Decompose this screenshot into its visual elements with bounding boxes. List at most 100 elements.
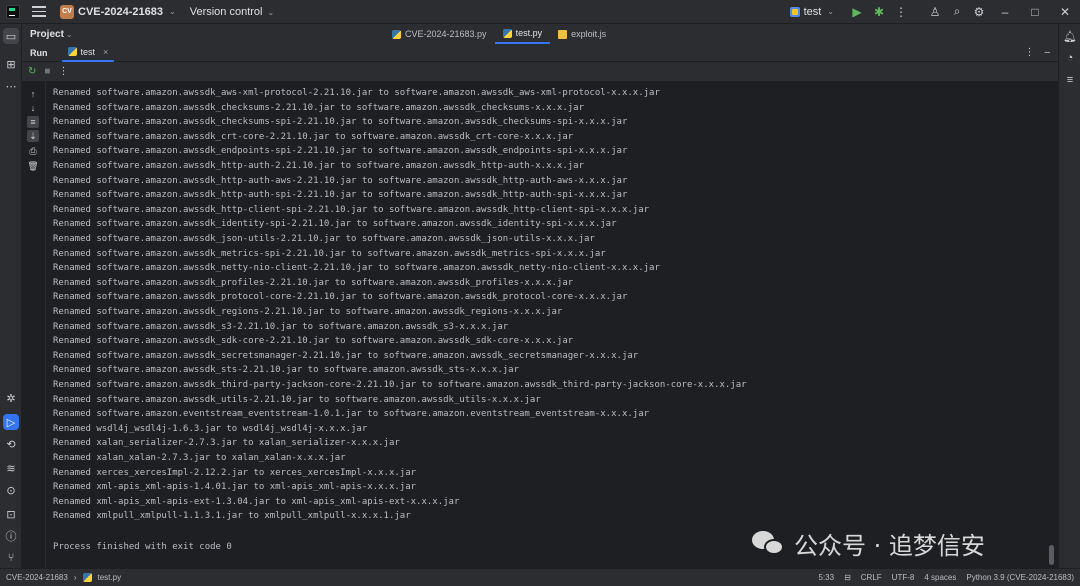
console-line: Renamed software.amazon.awssdk_metrics-s… (53, 248, 606, 259)
database-icon[interactable]: ≡ (1062, 72, 1078, 88)
caret-position[interactable]: 5:33 (819, 573, 835, 582)
run-tab-label: test (80, 46, 96, 57)
scroll-up-icon[interactable]: ↑ (27, 88, 39, 100)
settings-gear-icon[interactable]: ⚙ (968, 1, 990, 23)
console-line: Renamed xml-apis_xml-apis-ext-1.3.04.jar… (53, 496, 460, 507)
js-file-icon (558, 29, 568, 39)
search-icon[interactable]: ⌕ (946, 1, 968, 23)
more-tools-icon[interactable]: ⋯ (3, 78, 19, 94)
notifications-icon[interactable]: 🔔︎ (1062, 28, 1078, 44)
scroll-to-end-icon[interactable]: ⇣ (27, 130, 39, 142)
editor-tab[interactable]: exploit.js (550, 24, 614, 44)
python-file-icon (67, 47, 77, 56)
editor-header: Project ⌄ CVE-2024-21683.py test.py expl… (22, 24, 1058, 44)
version-control-label: Version control (189, 5, 263, 18)
run-icon[interactable]: ▶ (846, 1, 868, 23)
wechat-logo-icon (752, 529, 786, 559)
console-line: Renamed software.amazon.awssdk_utils-2.2… (53, 394, 541, 405)
console-line: Renamed software.amazon.awssdk_secretsma… (53, 350, 639, 361)
project-switcher[interactable]: CV CVE-2024-21683 ⌄ (60, 4, 176, 19)
console-scrollbar[interactable] (1049, 545, 1054, 565)
python-config-icon (789, 6, 800, 17)
layers-icon[interactable]: ≋ (3, 460, 19, 476)
main-menu-icon[interactable] (32, 5, 46, 19)
close-button[interactable]: ✕ (1050, 0, 1080, 24)
editor-tab-active[interactable]: test.py (494, 24, 551, 44)
close-tab-icon[interactable]: × (103, 47, 108, 57)
console-line: Renamed software.amazon.eventstream_even… (53, 409, 650, 420)
console-line: Renamed software.amazon.awssdk_netty-nio… (53, 263, 660, 274)
console-line: Renamed software.amazon.awssdk_s3-2.21.1… (53, 321, 509, 332)
readonly-lock-icon[interactable]: ⊟ (844, 573, 851, 582)
maximize-button[interactable]: □ (1020, 0, 1050, 24)
breadcrumb-file[interactable]: test.py (98, 573, 122, 582)
line-separator[interactable]: CRLF (861, 573, 882, 582)
left-tool-strip: ▭ ⊞ ⋯ ✲ ▷ ⟲ ≋ ⊙ ⊡ ⓘ ⑂ (0, 24, 22, 568)
console-line: Renamed software.amazon.awssdk_endpoints… (53, 146, 628, 157)
problems-icon[interactable]: ⓘ (3, 528, 19, 544)
console-output[interactable]: Renamed software.amazon.awssdk_aws-xml-p… (47, 84, 1047, 566)
rerun-icon[interactable]: ↻ (28, 66, 36, 77)
file-encoding[interactable]: UTF-8 (892, 573, 915, 582)
terminal-icon[interactable]: ⊡ (3, 506, 19, 522)
run-tool-icon[interactable]: ▷ (3, 414, 19, 430)
stop-icon[interactable]: ■ (44, 66, 50, 77)
watermark-text: 公众号 · 追梦信安 (794, 532, 985, 560)
clear-all-icon[interactable]: 🗑︎ (27, 160, 39, 172)
python-file-icon (392, 29, 401, 39)
breadcrumb-project[interactable]: CVE-2024-21683 (6, 573, 68, 582)
console-line: Renamed software.amazon.awssdk_http-auth… (53, 175, 628, 186)
services-icon[interactable]: ⊙ (3, 482, 19, 498)
add-user-icon[interactable]: ♙ (924, 1, 946, 23)
pycharm-logo-icon (6, 4, 20, 19)
console-exit-message: Process finished with exit code 0 (53, 542, 232, 552)
chevron-right-icon: › (73, 573, 77, 582)
project-panel-label[interactable]: Project (30, 29, 64, 40)
console-line: Renamed software.amazon.awssdk_profiles-… (53, 277, 574, 288)
console-line: Renamed software.amazon.awssdk_crt-core-… (53, 131, 574, 142)
python-console-icon[interactable]: ⟲ (3, 436, 19, 452)
scroll-down-icon[interactable]: ↓ (27, 102, 39, 114)
soft-wrap-icon[interactable]: ≡ (27, 116, 39, 128)
editor-tabs: CVE-2024-21683.py test.py exploit.js (384, 24, 614, 44)
chevron-down-icon: ⌄ (267, 7, 275, 17)
console-line: Renamed software.amazon.awssdk_json-util… (53, 234, 595, 244)
structure-icon[interactable]: ⊞ (3, 56, 19, 72)
python-file-icon (82, 573, 92, 582)
python-packages-icon[interactable]: ✲ (3, 390, 19, 406)
console-line: Renamed software.amazon.awssdk_checksums… (53, 117, 628, 128)
console-line: Renamed xmlpull_xmlpull-1.1.3.1.jar to x… (53, 511, 411, 522)
console-line: Renamed software.amazon.awssdk_sts-2.21.… (53, 365, 519, 376)
run-tab[interactable]: test × (61, 44, 115, 62)
python-file-icon (502, 28, 512, 38)
chevron-down-icon: ⌄ (169, 7, 176, 16)
console-line: Renamed xerces_xercesImpl-2.12.2.jar to … (53, 467, 417, 478)
more-actions-icon[interactable]: ⋮ (890, 1, 912, 23)
title-bar: CV CVE-2024-21683 ⌄ Version control ⌄ te… (0, 0, 1080, 24)
project-badge: CV (60, 4, 74, 19)
console-line: Renamed xml-apis_xml-apis-1.4.01.jar to … (53, 482, 417, 493)
chevron-down-icon: ⌄ (827, 7, 834, 16)
options-icon[interactable]: ⋮ (1024, 47, 1034, 58)
hide-panel-icon[interactable]: – (1044, 47, 1050, 58)
console-line: Renamed software.amazon.awssdk_third-par… (53, 380, 747, 390)
editor-tab-label: exploit.js (571, 29, 607, 39)
ai-assistant-icon[interactable]: ◔ (1062, 50, 1078, 66)
console-line: Renamed software.amazon.awssdk_http-clie… (53, 204, 650, 215)
project-folder-icon[interactable]: ▭ (3, 28, 19, 44)
run-config-label: test (803, 5, 822, 18)
version-control-menu[interactable]: Version control ⌄ (190, 6, 275, 18)
watermark: 公众号 · 追梦信安 (752, 526, 985, 561)
console-line: Renamed software.amazon.awssdk_protocol-… (53, 292, 628, 303)
console-line: Renamed software.amazon.awssdk_aws-xml-p… (53, 88, 660, 98)
minimize-button[interactable]: – (990, 0, 1020, 24)
indent-setting[interactable]: 4 spaces (924, 573, 956, 582)
more-options-icon[interactable]: ⋮ (58, 66, 68, 77)
run-configuration-selector[interactable]: test ⌄ (789, 5, 834, 18)
run-window-title: Run (30, 47, 48, 58)
editor-tab[interactable]: CVE-2024-21683.py (384, 24, 495, 44)
debug-icon[interactable]: ✱ (868, 1, 890, 23)
python-interpreter[interactable]: Python 3.9 (CVE-2024-21683) (966, 573, 1074, 582)
git-icon[interactable]: ⑂ (3, 550, 19, 566)
print-icon[interactable]: ⎙ (27, 145, 39, 157)
